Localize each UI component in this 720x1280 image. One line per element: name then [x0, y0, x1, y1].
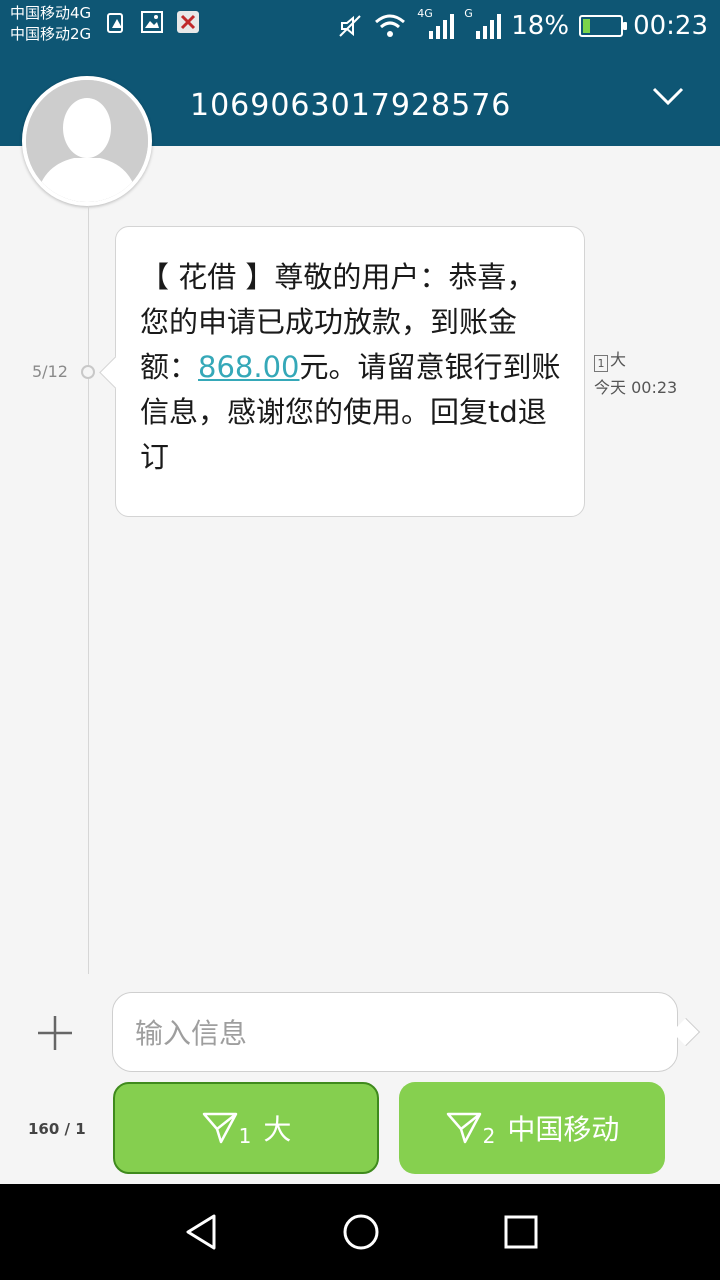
sim-name: 大 [610, 350, 627, 369]
navigation-bar [0, 1184, 720, 1280]
home-icon[interactable] [337, 1208, 385, 1256]
app-notification-icon [176, 10, 200, 34]
battery-icon [579, 15, 628, 37]
status-icons-right: 4G G 18% 00:23 [337, 6, 708, 46]
send-sim2-button[interactable]: 2 中国移动 [399, 1082, 665, 1174]
battery-fill [583, 19, 591, 33]
image-icon [140, 10, 164, 34]
battery-percent: 18% [511, 11, 570, 41]
char-count: 160 / 1 [28, 1120, 86, 1138]
amount-link[interactable]: 868.00 [198, 350, 299, 384]
status-bar: 中国移动4G 中国移动2G 4G G 18% 00:23 [0, 0, 720, 52]
person-silhouette-icon [26, 80, 148, 202]
send-sim2-label: 中国移动 [507, 1113, 620, 1146]
wifi-icon [375, 14, 406, 37]
contact-number: 1069063017928576 [190, 88, 512, 123]
add-attachment-icon[interactable] [36, 1014, 74, 1052]
clock: 00:23 [633, 11, 708, 41]
sim-number: 1 [238, 1124, 252, 1148]
sim-info: 1大 [594, 346, 677, 374]
message-timestamp: 今天 00:23 [594, 378, 678, 397]
send-icon [202, 1112, 237, 1144]
message-input[interactable] [135, 1013, 655, 1053]
signal-4g-icon: 4G [417, 7, 455, 39]
chevron-down-icon[interactable] [650, 78, 686, 114]
send-sim1-button[interactable]: 1 大 [113, 1082, 379, 1174]
signal-2g-icon: G [464, 7, 502, 39]
send-icon [446, 1112, 481, 1144]
avatar[interactable] [22, 76, 152, 206]
back-icon[interactable] [178, 1208, 226, 1256]
message-text: 【 花借 】尊敬的用户：恭喜，您的申请已成功放款，到账金额：868.00元。请留… [140, 255, 562, 480]
message-bubble[interactable]: 【 花借 】尊敬的用户：恭喜，您的申请已成功放款，到账金额：868.00元。请留… [115, 226, 585, 517]
mute-icon [339, 15, 361, 37]
recents-icon[interactable] [497, 1208, 545, 1256]
carrier-1: 中国移动4G [10, 4, 92, 22]
message-input-box[interactable] [112, 992, 678, 1072]
notification-icons [104, 10, 200, 34]
sim-warning-icon [104, 10, 128, 34]
message-date: 5/12 [32, 362, 68, 381]
sim-badge-icon: 1 [594, 355, 608, 372]
timeline-line [88, 206, 89, 974]
timeline-dot [81, 365, 95, 379]
sim-number: 2 [482, 1124, 496, 1148]
carrier-labels: 中国移动4G 中国移动2G [10, 3, 91, 45]
send-sim1-label: 大 [263, 1113, 292, 1146]
message-meta: 1大 今天 00:23 [594, 346, 677, 402]
carrier-2: 中国移动2G [10, 25, 92, 43]
